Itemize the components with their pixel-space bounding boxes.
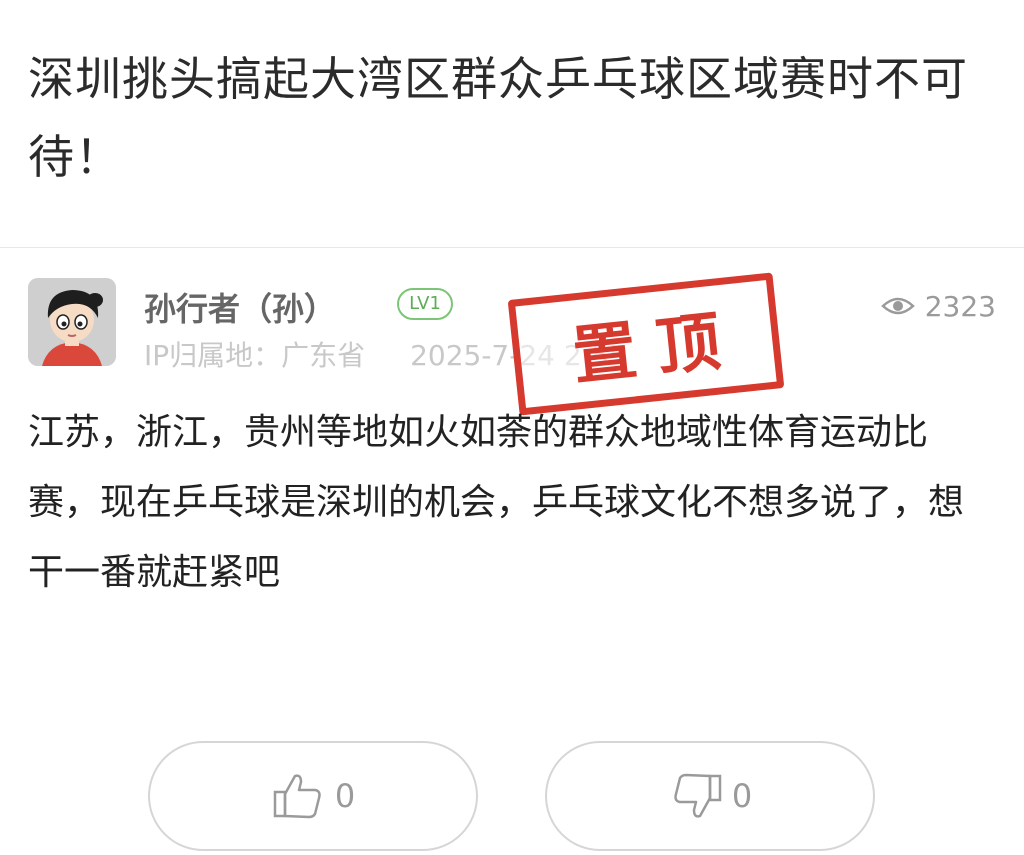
post-page: 深圳挑头搞起大湾区群众乒乓球区域赛时不可待！ 孙行者（孙） LV1 IP归属地：… <box>0 0 1024 855</box>
avatar-image <box>28 278 116 366</box>
thumbs-up-icon <box>273 774 321 819</box>
dislike-button[interactable]: 0 <box>545 741 875 851</box>
view-count: 2323 <box>880 288 996 324</box>
eye-icon <box>880 297 915 315</box>
level-badge: LV1 <box>397 288 453 320</box>
ip-location: IP归属地：广东省 <box>144 339 366 372</box>
like-count: 0 <box>334 777 356 815</box>
pinned-stamp-label: 置顶 <box>569 302 744 395</box>
thumbs-down-icon <box>674 773 722 818</box>
view-count-value: 2323 <box>924 289 996 323</box>
avatar[interactable] <box>28 278 116 366</box>
post-body: 江苏，浙江，贵州等地如火如荼的群众地域性体育运动比赛，现在乒乓球是深圳的机会，乒… <box>28 412 965 593</box>
dislike-count: 0 <box>731 777 753 815</box>
post-title: 深圳挑头搞起大湾区群众乒乓球区域赛时不可待！ <box>28 52 968 184</box>
like-button[interactable]: 0 <box>148 741 478 851</box>
title-block: 深圳挑头搞起大湾区群众乒乓球区域赛时不可待！ <box>0 0 1024 248</box>
author-name[interactable]: 孙行者（孙） <box>144 284 336 330</box>
